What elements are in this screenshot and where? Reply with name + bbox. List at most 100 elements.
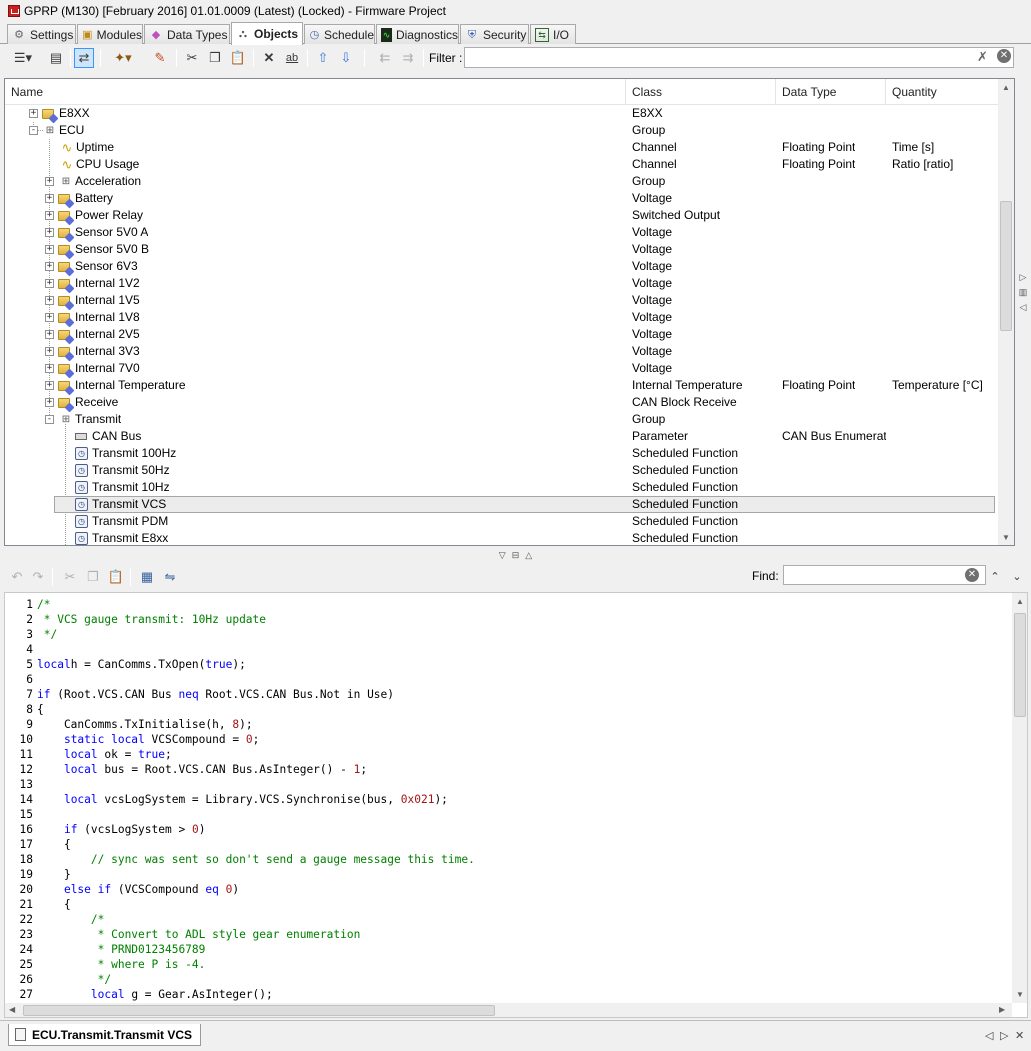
expand-icon[interactable]: + bbox=[45, 262, 54, 271]
tree-row[interactable]: - ⊞ Transmit Group bbox=[5, 411, 998, 428]
properties-button[interactable]: ▤ bbox=[46, 48, 66, 68]
scroll-down-icon[interactable]: ▼ bbox=[1016, 990, 1024, 999]
tree-view-dropdown-button[interactable]: ☰▾ bbox=[8, 48, 38, 68]
tree-row[interactable]: + E8XX E8XX bbox=[5, 105, 998, 122]
find-next-button[interactable]: ⌄ bbox=[1007, 566, 1027, 586]
move-down-button[interactable]: ⇩ bbox=[336, 48, 356, 68]
pane-icon[interactable]: ▥ bbox=[1016, 285, 1030, 300]
copy-button[interactable]: ❐ bbox=[205, 48, 225, 68]
link-button[interactable]: ⇄ bbox=[74, 48, 94, 68]
expand-icon[interactable]: + bbox=[45, 177, 54, 186]
column-header-quantity[interactable]: Quantity bbox=[886, 79, 998, 105]
scroll-down-icon[interactable]: ▼ bbox=[1002, 533, 1010, 542]
tree-row[interactable]: + ⊞ Acceleration Group bbox=[5, 173, 998, 190]
cut-button[interactable]: ✂ bbox=[182, 48, 202, 68]
collapse-icon[interactable]: - bbox=[29, 126, 38, 135]
tree-row[interactable]: ◷ Transmit VCS Scheduled Function bbox=[5, 496, 998, 513]
expand-icon[interactable]: + bbox=[45, 364, 54, 373]
split-icon[interactable]: ⊟ bbox=[512, 550, 520, 561]
tab-security[interactable]: ⛨ Security bbox=[460, 24, 529, 44]
scroll-up-icon[interactable]: ▲ bbox=[1002, 83, 1010, 92]
filter-clear-icon[interactable]: ✗ bbox=[977, 49, 988, 65]
redo-button[interactable]: ↷ bbox=[28, 567, 48, 587]
find-input[interactable]: ✕ bbox=[783, 565, 986, 585]
expand-icon[interactable]: + bbox=[45, 313, 54, 322]
tree-row[interactable]: + Sensor 5V0 B Voltage bbox=[5, 241, 998, 258]
tree-vertical-scrollbar[interactable]: ▲ ▼ bbox=[998, 79, 1014, 545]
side-pane-toggle[interactable]: ▷ ▥ ◁ bbox=[1016, 270, 1030, 315]
tab-objects[interactable]: ⛬ Objects bbox=[231, 22, 303, 45]
previous-document-icon[interactable]: ◁ bbox=[985, 1029, 993, 1042]
close-filter-icon[interactable]: ✕ bbox=[997, 49, 1011, 63]
tree-row[interactable]: + Internal 1V8 Voltage bbox=[5, 309, 998, 326]
expand-all-button[interactable]: ⇇ bbox=[375, 48, 395, 68]
tab-schedule[interactable]: ◷ Schedule bbox=[304, 24, 375, 44]
tree-row[interactable]: + Battery Voltage bbox=[5, 190, 998, 207]
tab-diagnostics[interactable]: ∿ Diagnostics bbox=[376, 24, 459, 44]
expand-icon[interactable]: + bbox=[45, 279, 54, 288]
editor-copy-button[interactable]: ❐ bbox=[83, 567, 103, 587]
tree-row[interactable]: + Internal 7V0 Voltage bbox=[5, 360, 998, 377]
expand-icon[interactable]: + bbox=[45, 228, 54, 237]
column-header-class[interactable]: Class bbox=[626, 79, 776, 105]
editor-horizontal-scrollbar[interactable]: ◀ ▶ bbox=[5, 1003, 1012, 1017]
paste-button[interactable]: 📋 bbox=[228, 48, 248, 68]
tree-row[interactable]: CAN Bus Parameter CAN Bus Enumerati... bbox=[5, 428, 998, 445]
expand-icon[interactable]: + bbox=[45, 381, 54, 390]
scroll-right-icon[interactable]: ▶ bbox=[999, 1005, 1005, 1014]
scrollbar-thumb[interactable] bbox=[1000, 201, 1012, 331]
tab-settings[interactable]: ⚙ Settings bbox=[7, 24, 76, 44]
collapse-all-button[interactable]: ⇉ bbox=[398, 48, 418, 68]
scroll-up-icon[interactable]: ▲ bbox=[1016, 597, 1024, 606]
scrollbar-thumb[interactable] bbox=[23, 1005, 495, 1016]
tree-row[interactable]: + Internal 3V3 Voltage bbox=[5, 343, 998, 360]
close-document-icon[interactable]: ✕ bbox=[1015, 1029, 1024, 1042]
chevron-left-icon[interactable]: ◁ bbox=[1016, 300, 1030, 315]
expand-icon[interactable]: + bbox=[45, 296, 54, 305]
scroll-left-icon[interactable]: ◀ bbox=[9, 1005, 15, 1014]
tree-row[interactable]: ∿ Uptime Channel Floating Point Time [s] bbox=[5, 139, 998, 156]
wizard-dropdown-button[interactable]: ✦▾ bbox=[108, 48, 138, 68]
tree-row[interactable]: + Internal 2V5 Voltage bbox=[5, 326, 998, 343]
collapse-icon[interactable]: - bbox=[45, 415, 54, 424]
tab-modules[interactable]: ▣ Modules bbox=[77, 24, 143, 44]
collapse-down-icon[interactable]: ▽ bbox=[499, 550, 506, 561]
tree-row[interactable]: ◷ Transmit 50Hz Scheduled Function bbox=[5, 462, 998, 479]
expand-icon[interactable]: + bbox=[45, 330, 54, 339]
tree-row[interactable]: + Internal 1V5 Voltage bbox=[5, 292, 998, 309]
tree-row[interactable]: + Sensor 5V0 A Voltage bbox=[5, 224, 998, 241]
next-document-icon[interactable]: ▷ bbox=[1000, 1029, 1008, 1042]
find-replace-button[interactable]: ⇋ bbox=[160, 567, 180, 587]
tree-row[interactable]: - ⊞ ECU Group bbox=[5, 122, 998, 139]
expand-icon[interactable]: + bbox=[45, 398, 54, 407]
tree-row[interactable]: + Sensor 6V3 Voltage bbox=[5, 258, 998, 275]
pane-splitter[interactable]: ▽ ⊟ △ bbox=[0, 548, 1031, 562]
editor-vertical-scrollbar[interactable]: ▲ ▼ bbox=[1012, 593, 1027, 1003]
script-editor[interactable]: 1/* 2 * VCS gauge transmit: 10Hz update 3 … bbox=[4, 592, 1028, 1018]
chevron-right-icon[interactable]: ▷ bbox=[1016, 270, 1030, 285]
tree-row[interactable]: ∿ CPU Usage Channel Floating Point Ratio [ra… bbox=[5, 156, 998, 173]
tab-data-types[interactable]: ◆ Data Types bbox=[144, 24, 230, 44]
tree-row[interactable]: ◷ Transmit E8xx Scheduled Function bbox=[5, 530, 998, 545]
clear-find-icon[interactable]: ✕ bbox=[965, 568, 979, 582]
expand-icon[interactable]: + bbox=[29, 109, 38, 118]
tree-row[interactable]: + Power Relay Switched Output bbox=[5, 207, 998, 224]
code-area[interactable]: 1/* 2 * VCS gauge transmit: 10Hz update 3 … bbox=[5, 597, 1010, 1002]
column-header-data-type[interactable]: Data Type bbox=[776, 79, 886, 105]
insert-template-button[interactable]: ▦ bbox=[137, 567, 157, 587]
filter-input[interactable]: ✗ ✕ bbox=[464, 47, 1014, 68]
expand-icon[interactable]: + bbox=[45, 245, 54, 254]
tree-row[interactable]: ◷ Transmit PDM Scheduled Function bbox=[5, 513, 998, 530]
edit-button[interactable]: ✎ bbox=[150, 48, 170, 68]
tree-row[interactable]: ◷ Transmit 10Hz Scheduled Function bbox=[5, 479, 998, 496]
document-tab[interactable]: ECU.Transmit.Transmit VCS bbox=[8, 1024, 202, 1046]
move-up-button[interactable]: ⇧ bbox=[313, 48, 333, 68]
undo-button[interactable]: ↶ bbox=[7, 567, 27, 587]
editor-paste-button[interactable]: 📋 bbox=[106, 567, 126, 587]
tree-row[interactable]: ◷ Transmit 100Hz Scheduled Function bbox=[5, 445, 998, 462]
find-previous-button[interactable]: ⌃ bbox=[985, 566, 1005, 586]
collapse-up-icon[interactable]: △ bbox=[525, 550, 532, 561]
tab-io[interactable]: ⇆ I/O bbox=[530, 24, 576, 44]
editor-cut-button[interactable]: ✂ bbox=[60, 567, 80, 587]
expand-icon[interactable]: + bbox=[45, 211, 54, 220]
